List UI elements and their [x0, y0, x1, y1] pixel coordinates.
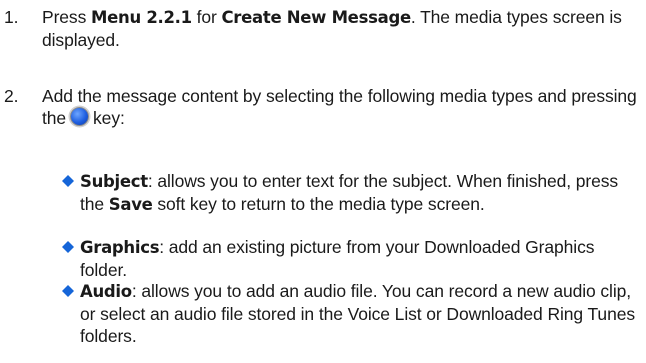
- media-type-title: Audio: [80, 282, 132, 301]
- step-body: Add the message content by selecting the…: [42, 85, 642, 129]
- diamond-bullet-icon: [62, 175, 74, 187]
- media-type-desc: soft key to return to the media type scr…: [152, 194, 485, 214]
- manual-page: 1. Press Menu 2.2.1 for Create New Messa…: [0, 0, 646, 363]
- step-text: Press: [42, 7, 91, 27]
- list-item-audio: Audio: allows you to add an audio file. …: [58, 280, 638, 347]
- menu-item-name: Create New Message: [221, 8, 411, 27]
- media-type-title: Subject: [80, 172, 148, 191]
- step-body: Press Menu 2.2.1 for Create New Message.…: [42, 6, 642, 51]
- diamond-bullet-icon: [62, 285, 74, 297]
- list-item-subject: Subject: allows you to enter text for th…: [58, 170, 638, 236]
- step-number: 2.: [4, 86, 19, 106]
- menu-path: Menu 2.2.1: [91, 8, 192, 27]
- diamond-bullet-icon: [62, 241, 74, 253]
- media-type-title: Graphics: [80, 238, 160, 257]
- step-text: for: [191, 7, 222, 27]
- media-type-desc: : allows you to add an audio file. You c…: [80, 281, 635, 346]
- list-item-graphics: Graphics: add an existing picture from y…: [58, 236, 638, 280]
- media-type-list: Subject: allows you to enter text for th…: [58, 170, 638, 347]
- step-number: 1.: [4, 7, 19, 27]
- step-text: key:: [93, 108, 125, 128]
- soft-key-name: Save: [108, 195, 153, 214]
- ok-key-icon: [70, 107, 90, 126]
- step-text: Add the message content by selecting the…: [42, 86, 637, 128]
